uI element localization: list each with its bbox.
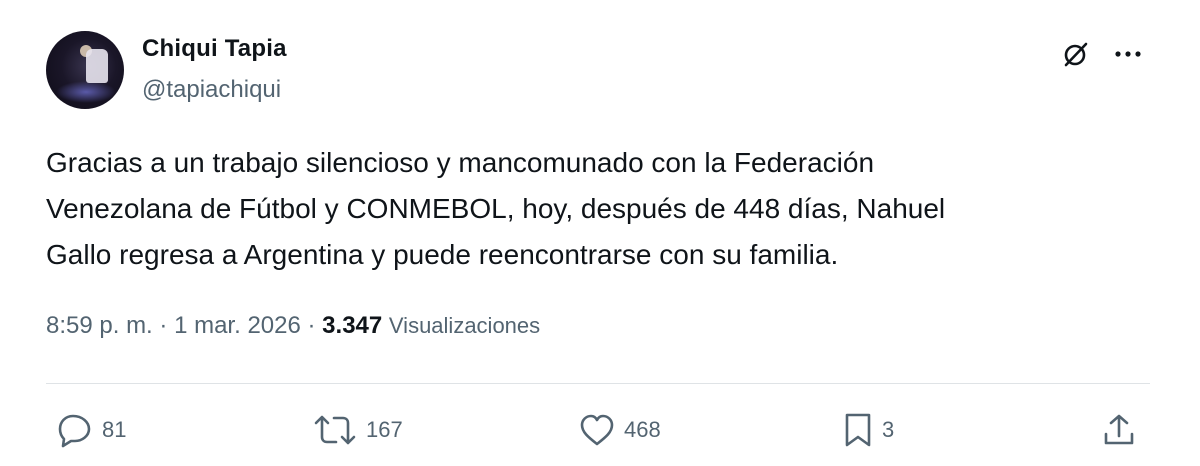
tweet-card: Chiqui Tapia @tapiachiqui Gracias a un t…: [0, 0, 1200, 466]
views-count: 3.347: [322, 312, 383, 339]
reply-count: 81: [102, 417, 127, 442]
meta-separator: ·: [159, 312, 168, 339]
views-label: Visualizaciones: [388, 313, 541, 338]
tweet-date[interactable]: 1 mar. 2026: [174, 312, 301, 339]
repost-icon: [312, 413, 358, 447]
share-button[interactable]: [1102, 410, 1136, 450]
grok-icon[interactable]: [1058, 36, 1094, 72]
reply-button[interactable]: 81: [56, 410, 126, 450]
bookmark-button[interactable]: 3: [842, 410, 894, 450]
author-handle[interactable]: @tapiachiqui: [142, 76, 281, 104]
like-count: 468: [624, 417, 661, 442]
repost-button[interactable]: 167: [312, 410, 403, 450]
divider: [46, 383, 1150, 384]
tweet-meta: 8:59 p. m. · 1 mar. 2026 · 3.347 Visuali…: [46, 312, 540, 340]
tweet-time[interactable]: 8:59 p. m.: [46, 312, 153, 339]
reply-icon: [56, 412, 94, 448]
bookmark-count: 3: [882, 417, 895, 442]
repost-count: 167: [366, 417, 403, 442]
like-button[interactable]: 468: [578, 410, 661, 450]
more-icon[interactable]: [1110, 36, 1146, 72]
bookmark-icon: [842, 412, 874, 448]
avatar[interactable]: [46, 31, 124, 109]
heart-icon: [578, 413, 616, 447]
author-display-name[interactable]: Chiqui Tapia: [142, 35, 287, 63]
tweet-text: Gracias a un trabajo silencioso y mancom…: [46, 147, 946, 270]
meta-separator: ·: [307, 312, 316, 339]
share-icon: [1102, 413, 1136, 447]
